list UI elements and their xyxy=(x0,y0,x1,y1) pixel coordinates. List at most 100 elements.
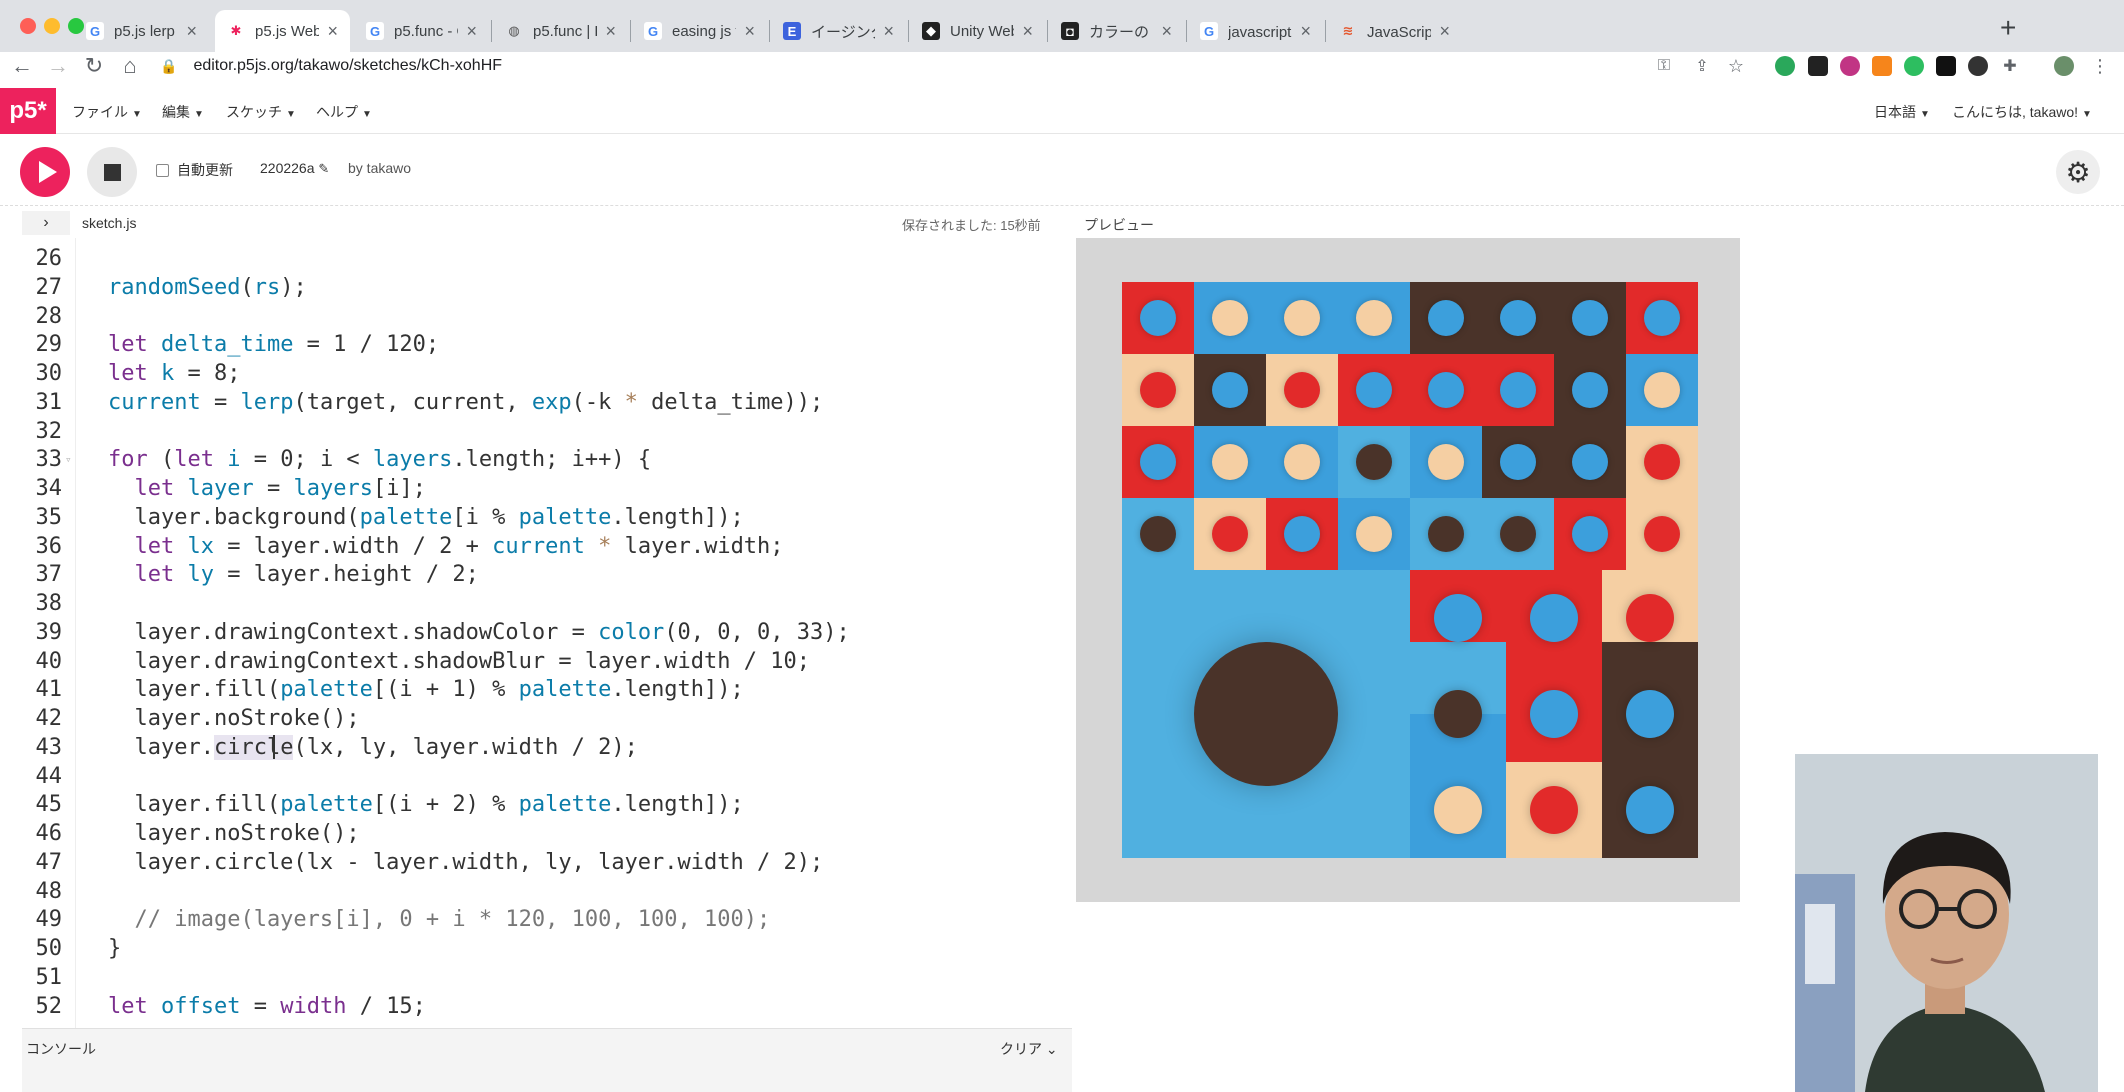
code-line[interactable]: 50} xyxy=(22,934,1072,963)
code-token: ( xyxy=(240,274,254,300)
code-line[interactable]: 45 layer.fill(palette[(i + 2) % palette.… xyxy=(22,790,1072,819)
minimize-window-button[interactable] xyxy=(44,18,60,34)
sketch-owner[interactable]: by takawo xyxy=(348,160,411,176)
auto-update-toggle[interactable]: 自動更新 xyxy=(156,160,233,180)
code-line[interactable]: 51 xyxy=(22,963,1072,992)
code-line[interactable]: 44 xyxy=(22,762,1072,791)
code-line[interactable]: 29 let delta_time = 1 / 120; xyxy=(22,330,1072,359)
new-tab-button[interactable]: + xyxy=(2000,12,2016,44)
key-icon[interactable]: ⚿ xyxy=(1650,52,1678,80)
console-clear-button[interactable]: クリア ⌄ xyxy=(1000,1039,1058,1059)
code-line[interactable]: 35 layer.background(palette[i % palette.… xyxy=(22,503,1072,532)
code-text: // image(layers[i], 0 + i * 120, 100, 10… xyxy=(108,905,770,934)
extension-icon-7[interactable] xyxy=(1968,56,1988,76)
back-button[interactable]: ← xyxy=(8,52,36,80)
browser-tab[interactable]: ≋ JavaScriptで配列か × xyxy=(1327,10,1462,52)
line-number: 34 xyxy=(35,476,63,501)
code-token: layer.drawingContext.shadowColor = xyxy=(108,619,599,645)
close-tab-icon[interactable]: × xyxy=(744,21,755,42)
browser-tab[interactable]: Geasing js function × xyxy=(632,10,767,52)
code-line[interactable]: 42 layer.noStroke(); xyxy=(22,704,1072,733)
close-window-button[interactable] xyxy=(20,18,36,34)
code-line[interactable]: 39 layer.drawingContext.shadowColor = co… xyxy=(22,618,1072,647)
chevron-down-icon[interactable]: ⌄ xyxy=(1046,1041,1058,1057)
browser-tab[interactable]: Gjavascript 配列 先頭 × xyxy=(1188,10,1323,52)
close-tab-icon[interactable]: × xyxy=(1022,21,1033,42)
browser-menu-icon[interactable]: ⋮ xyxy=(2086,52,2114,80)
code-text: } xyxy=(108,934,121,963)
browser-tab[interactable]: Gp5.func - Google × xyxy=(354,10,489,52)
close-tab-icon[interactable]: × xyxy=(1439,21,1450,42)
code-line[interactable]: 40 layer.drawingContext.shadowBlur = lay… xyxy=(22,647,1072,676)
code-line[interactable]: 46 layer.noStroke(); xyxy=(22,819,1072,848)
code-line[interactable]: 26 xyxy=(22,244,1072,273)
extension-icon-6[interactable] xyxy=(1936,56,1956,76)
art-circle xyxy=(1500,372,1536,408)
browser-tab[interactable]: ◘ カラーのトレンド、 × xyxy=(1049,10,1184,52)
reload-button[interactable]: ↻ xyxy=(80,52,108,80)
sketch-canvas[interactable] xyxy=(1122,282,1698,858)
code-line[interactable]: 32 xyxy=(22,417,1072,446)
sketch-name[interactable]: 220226a ✎ xyxy=(260,160,329,177)
language-menu[interactable]: 日本語 ▼ xyxy=(1874,102,1930,122)
play-button[interactable] xyxy=(20,147,70,197)
browser-tab[interactable]: Gp5.js lerp - Google × xyxy=(74,10,209,52)
settings-gear-icon[interactable]: ⚙ xyxy=(2056,150,2100,194)
code-line[interactable]: 43 layer.circle(lx, ly, layer.width / 2)… xyxy=(22,733,1072,762)
line-number: 48 xyxy=(35,878,63,904)
code-line[interactable]: 34 let layer = layers[i]; xyxy=(22,474,1072,503)
code-line[interactable]: 49 // image(layers[i], 0 + i * 120, 100,… xyxy=(22,905,1072,934)
close-tab-icon[interactable]: × xyxy=(186,21,197,42)
menu-edit[interactable]: 編集 ▼ xyxy=(162,102,204,122)
code-line[interactable]: 33 ▿ for (let i = 0; i < layers.length; i+… xyxy=(22,445,1072,474)
code-line[interactable]: 37 let ly = layer.height / 2; xyxy=(22,560,1072,589)
code-line[interactable]: 52 let offset = width / 15; xyxy=(22,992,1072,1021)
code-token: = layer.width / 2 + xyxy=(213,533,493,559)
p5-logo[interactable]: p5* xyxy=(0,88,56,134)
close-tab-icon[interactable]: × xyxy=(466,21,477,42)
share-icon[interactable]: ⇪ xyxy=(1688,52,1716,80)
evernote-icon[interactable] xyxy=(1904,56,1924,76)
close-tab-icon[interactable]: × xyxy=(605,21,616,42)
line-number: 50 xyxy=(35,936,63,961)
auto-update-checkbox[interactable] xyxy=(156,163,169,177)
close-tab-icon[interactable]: × xyxy=(1161,21,1172,42)
code-editor[interactable]: 26 27 randomSeed(rs); 28 29 let delta_time = … xyxy=(22,238,1072,1028)
extension-icon-3[interactable] xyxy=(1840,56,1860,76)
extension-icon-2[interactable] xyxy=(1808,56,1828,76)
menu-help[interactable]: ヘルプ ▼ xyxy=(316,102,372,122)
close-tab-icon[interactable]: × xyxy=(1300,21,1311,42)
menu-sketch[interactable]: スケッチ ▼ xyxy=(226,102,296,122)
menu-file[interactable]: ファイル ▼ xyxy=(72,102,142,122)
bookmark-star-icon[interactable]: ☆ xyxy=(1722,52,1750,80)
profile-avatar[interactable] xyxy=(2054,56,2074,76)
browser-tab[interactable]: E イージング関数チー × xyxy=(771,10,906,52)
extension-icon-1[interactable] xyxy=(1775,56,1795,76)
code-line[interactable]: 30 let k = 8; xyxy=(22,359,1072,388)
address-bar[interactable]: 🔒 editor.p5js.org/takawo/sketches/kCh-xo… xyxy=(160,52,1735,80)
browser-tab[interactable]: ✱ p5.js Web Editor | × xyxy=(215,10,350,52)
code-line[interactable]: 47 layer.circle(lx - layer.width, ly, la… xyxy=(22,848,1072,877)
fold-arrow-icon[interactable]: ▿ xyxy=(65,445,72,474)
close-tab-icon[interactable]: × xyxy=(883,21,894,42)
code-line[interactable]: 41 layer.fill(palette[(i + 1) % palette.… xyxy=(22,675,1072,704)
metamask-icon[interactable] xyxy=(1872,56,1892,76)
sidebar-toggle-button[interactable]: › xyxy=(22,211,70,235)
close-tab-icon[interactable]: × xyxy=(327,21,338,42)
code-line[interactable]: 36 let lx = layer.width / 2 + current * … xyxy=(22,532,1072,561)
user-menu[interactable]: こんにちは, takawo! ▼ xyxy=(1952,102,2092,122)
stop-button[interactable] xyxy=(87,147,137,197)
code-token: .length; i++) { xyxy=(452,447,652,473)
browser-tab[interactable]: ◆ Unity WebGL Playe × xyxy=(910,10,1045,52)
code-line[interactable]: 28 xyxy=(22,302,1072,331)
home-button[interactable]: ⌂ xyxy=(116,52,144,80)
code-line[interactable]: 38 xyxy=(22,589,1072,618)
code-line[interactable]: 27 randomSeed(rs); xyxy=(22,273,1072,302)
code-line[interactable]: 31 current = lerp(target, current, exp(-k… xyxy=(22,388,1072,417)
code-token: let xyxy=(108,993,161,1019)
forward-button[interactable]: → xyxy=(44,52,72,80)
browser-tab[interactable]: ◍ p5.func | Function × xyxy=(493,10,628,52)
extensions-puzzle-icon[interactable]: ✚ xyxy=(1996,52,2024,80)
code-line[interactable]: 48 xyxy=(22,877,1072,906)
